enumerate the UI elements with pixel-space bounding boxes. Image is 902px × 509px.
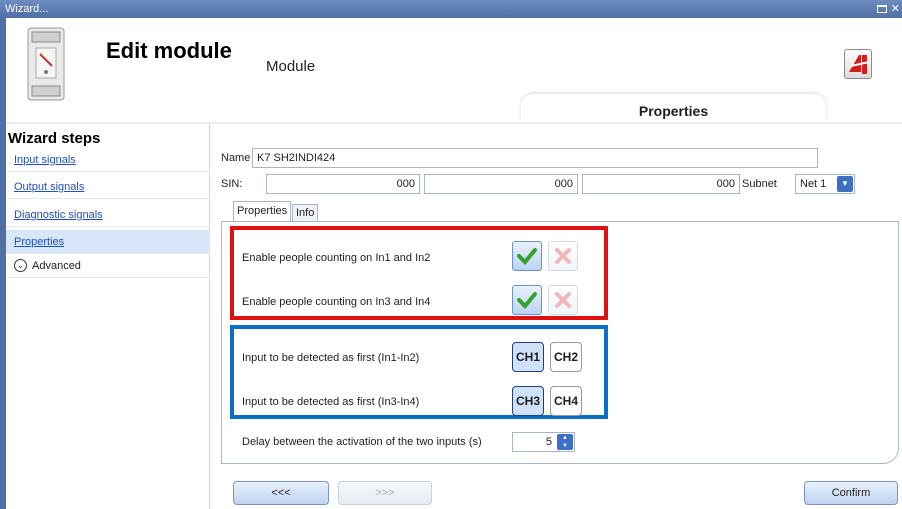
sin-label: SIN: (221, 178, 243, 190)
detect-row-2-label: Input to be detected as first (In3-In4) (242, 396, 420, 408)
delay-label: Delay between the activation of the two … (242, 436, 482, 448)
advanced-label: Advanced (32, 260, 81, 272)
sidebar-item-advanced[interactable]: ⌄ Advanced (6, 254, 210, 278)
cross-icon (555, 292, 571, 308)
tab-properties[interactable]: Properties (521, 94, 826, 122)
window-frame: Edit module Module Properties Wizard ste… (0, 18, 902, 509)
ch4-button[interactable]: CH4 (550, 386, 582, 416)
stepper-arrows-icon[interactable]: ▲ ▼ (557, 434, 573, 450)
page-subtitle: Module (266, 58, 316, 75)
sidebar-item-diagnostic-signals[interactable]: Diagnostic signals (6, 203, 210, 227)
sidebar-item-properties[interactable]: Properties (6, 230, 210, 254)
close-icon[interactable]: ✕ (891, 0, 900, 18)
disable-button[interactable] (548, 241, 578, 271)
maximize-icon[interactable] (876, 5, 887, 13)
ch3-button[interactable]: CH3 (512, 386, 544, 416)
sidebar-item-input-signals[interactable]: Input signals (6, 148, 210, 172)
header: Edit module Module Properties (6, 18, 902, 122)
delay-stepper[interactable]: 5 ▲ ▼ (512, 432, 575, 452)
subnet-value: Net 1 (800, 178, 827, 190)
module-device-icon (27, 27, 65, 101)
counting-row-2-label: Enable people counting on In3 and In4 (242, 296, 431, 308)
wizard-steps-sidebar: Wizard steps Input signals Output signal… (6, 124, 210, 509)
ch1-button[interactable]: CH1 (512, 342, 544, 372)
ch2-button[interactable]: CH2 (550, 342, 582, 372)
window-content: Edit module Module Properties Wizard ste… (6, 18, 902, 509)
name-input[interactable]: K7 SH2INDI424 (252, 148, 818, 168)
confirm-button[interactable]: Confirm (804, 481, 898, 505)
disable-button[interactable] (548, 285, 578, 315)
back-button[interactable]: <<< (233, 481, 329, 505)
check-icon (517, 248, 537, 265)
brand-logo-icon (849, 55, 870, 74)
sin-field-3[interactable]: 000 (582, 174, 740, 194)
main-panel: Name K7 SH2INDI424 SIN: 000 000 000 Subn… (212, 124, 902, 509)
counting-row-1-label: Enable people counting on In1 and In2 (242, 252, 431, 264)
window-title-bar: Wizard... ✕ (0, 0, 902, 18)
sidebar-item-output-signals[interactable]: Output signals (6, 175, 210, 199)
cross-icon (555, 248, 571, 264)
delay-value: 5 (545, 436, 552, 448)
subnet-select[interactable]: Net 1 ▼ (795, 174, 855, 194)
tab-properties-inner[interactable]: Properties (233, 201, 292, 221)
enable-button[interactable] (512, 285, 542, 315)
name-label: Name (221, 152, 251, 164)
brand-logo-button[interactable] (844, 49, 872, 79)
tab-info[interactable]: Info (292, 204, 319, 221)
sin-field-2[interactable]: 000 (424, 174, 578, 194)
page-title: Edit module (106, 38, 232, 63)
sin-field-1[interactable]: 000 (266, 174, 420, 194)
check-icon (517, 292, 537, 309)
chevron-down-icon: ⌄ (14, 259, 27, 272)
detect-row-1-label: Input to be detected as first (In1-In2) (242, 352, 420, 364)
enable-button[interactable] (512, 241, 542, 271)
subnet-label: Subnet (742, 178, 777, 190)
window-title: Wizard... (5, 3, 49, 15)
dropdown-arrow-icon[interactable]: ▼ (837, 176, 853, 192)
next-button[interactable]: >>> (338, 481, 432, 505)
sidebar-title: Wizard steps (8, 130, 101, 147)
